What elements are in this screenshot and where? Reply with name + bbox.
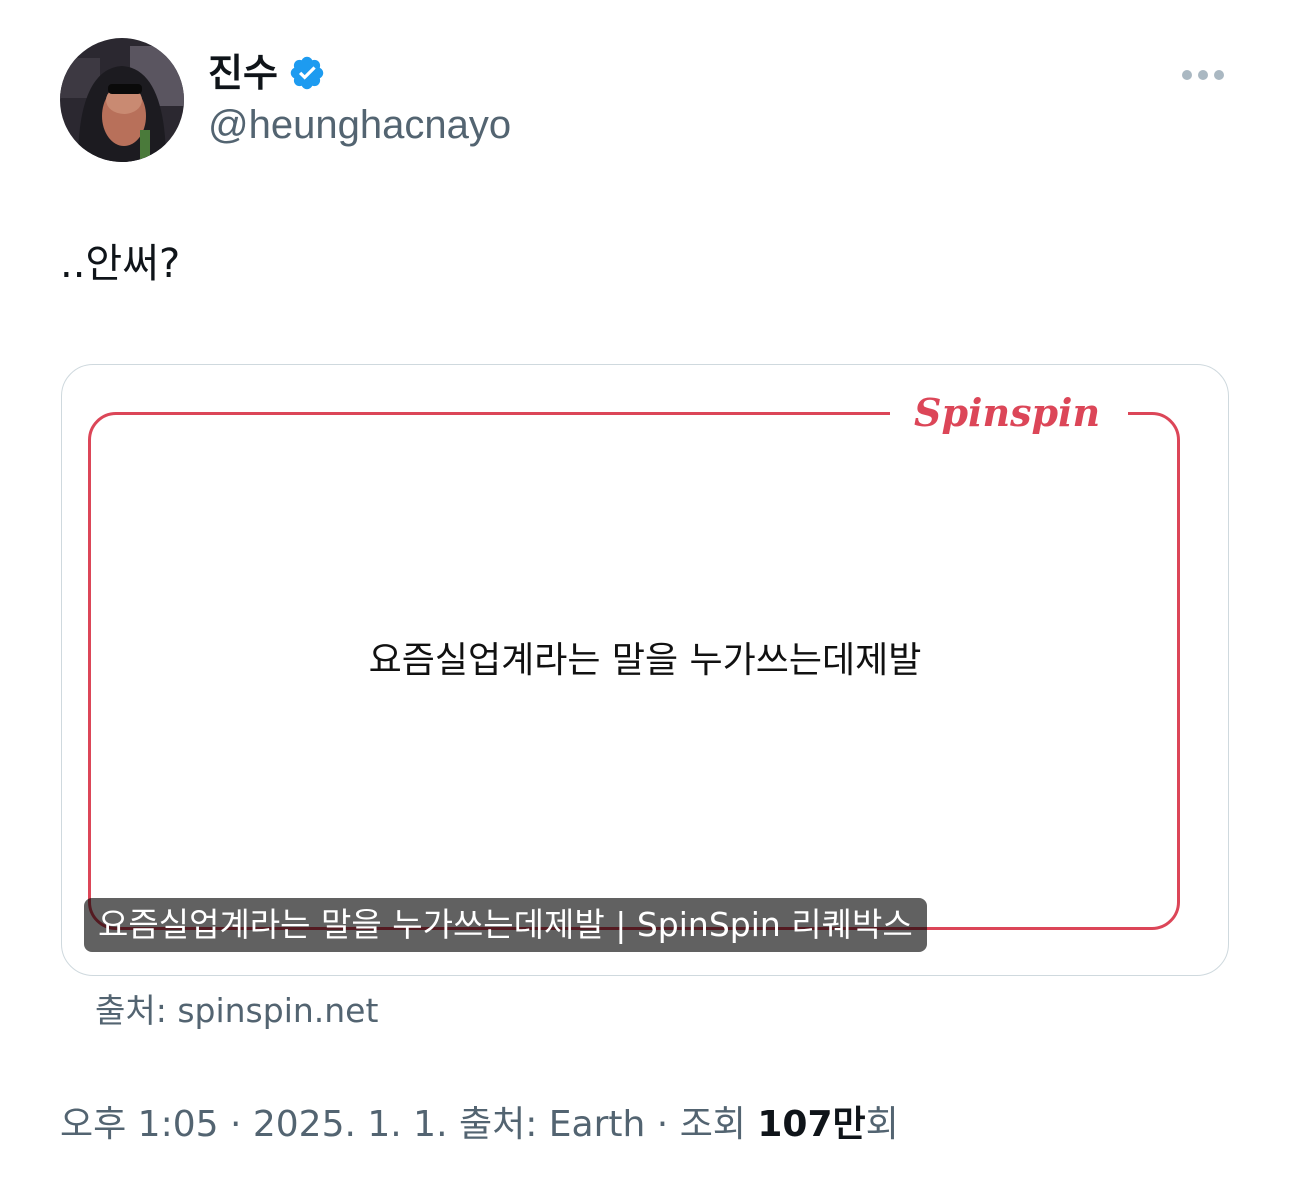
tweet-date[interactable]: 2025. 1. 1.: [253, 1104, 448, 1145]
more-horizontal-icon-dot: [1198, 70, 1208, 80]
author-handle[interactable]: @heunghacnayo: [208, 100, 511, 150]
views-prefix: 조회: [679, 1104, 758, 1145]
tweet-time[interactable]: 오후 1:05: [60, 1104, 219, 1145]
meta-separator: ·: [218, 1104, 253, 1145]
verified-badge-icon: [290, 56, 324, 90]
views-count: 107만: [757, 1104, 866, 1145]
more-options-button[interactable]: [1172, 56, 1234, 94]
tweet-source: 출처: Earth: [458, 1104, 646, 1145]
tweet-meta: 오후 1:05 · 2025. 1. 1. 출처: Earth · 조회 107…: [60, 1100, 899, 1150]
views-suffix: 회: [865, 1104, 899, 1145]
author-display-name[interactable]: 진수: [208, 46, 278, 100]
card-headline: 요즘실업계라는 말을 누가쓰는데제발: [368, 640, 922, 681]
author-name-row[interactable]: 진수: [208, 46, 326, 100]
meta-separator: ·: [645, 1104, 680, 1145]
card-title-overlay: 요즘실업계라는 말을 누가쓰는데제발 | SpinSpin 리퀘박스: [84, 898, 927, 952]
more-horizontal-icon-dot: [1182, 70, 1192, 80]
author-avatar[interactable]: [60, 38, 184, 162]
more-horizontal-icon-dot: [1214, 70, 1224, 80]
spinspin-logo: Spinspin: [914, 390, 1101, 435]
card-source-link[interactable]: 출처: spinspin.net: [95, 988, 378, 1034]
avatar-image: [60, 38, 184, 162]
tweet-text: ..안써?: [60, 241, 181, 287]
link-preview-card[interactable]: Spinspin 요즘실업계라는 말을 누가쓰는데제발 요즘실업계라는 말을 누…: [61, 364, 1229, 976]
